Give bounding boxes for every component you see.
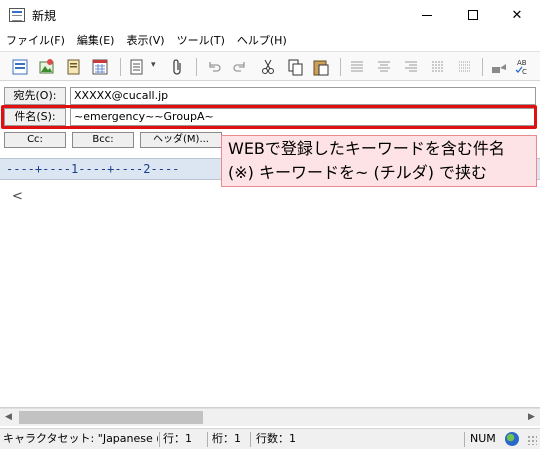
globe-icon [505, 432, 519, 446]
status-column: 桁：1 [212, 432, 241, 445]
chevron-down-icon[interactable]: ▾ [151, 60, 156, 70]
message-body[interactable]: < [0, 181, 540, 408]
copy-icon[interactable] [285, 57, 305, 77]
resize-grip-icon[interactable] [527, 435, 537, 445]
paste-icon[interactable] [311, 57, 331, 77]
window-title: 新規 [32, 9, 57, 23]
status-divider [207, 432, 208, 447]
status-divider [250, 432, 251, 447]
close-icon: ✕ [511, 7, 523, 23]
status-num: NUM [470, 432, 496, 445]
cc-button[interactable]: Cc: [4, 132, 66, 148]
scroll-left-icon[interactable]: ◀ [0, 409, 17, 426]
status-bar: キャラクタセット: "Japanese (ISO 行：1 桁：1 行数：1 NU… [0, 428, 540, 449]
menu-tools[interactable]: ツール(T) [177, 32, 225, 48]
horizontal-scrollbar[interactable]: ◀ ▶ [0, 408, 540, 426]
callout-line-1: WEBで登録したキーワードを含む件名 [228, 139, 505, 158]
subject-highlight [1, 105, 537, 129]
menu-file[interactable]: ファイル(F) [6, 32, 65, 48]
status-line-count: 行数：1 [256, 432, 296, 445]
to-input[interactable]: XXXXX@cucall.jp [70, 87, 536, 105]
toolbar: ▾ AB C [0, 51, 540, 81]
toolbar-separator [340, 58, 341, 76]
menu-edit[interactable]: 編集(E) [77, 32, 115, 48]
status-line: 行：1 [163, 432, 192, 445]
menu-view[interactable]: 表示(V) [126, 32, 164, 48]
spellcheck-icon[interactable]: AB C [514, 57, 534, 77]
toolbar-separator [120, 58, 121, 76]
svg-text:AB: AB [517, 59, 527, 67]
callout-line-2: (※) キーワードを~ (チルダ) で挟む [228, 163, 488, 182]
bcc-button[interactable]: Bcc: [72, 132, 134, 148]
paperclip-icon[interactable] [168, 57, 188, 77]
template-icon[interactable] [127, 57, 147, 77]
body-text: < [12, 189, 23, 204]
status-divider [464, 432, 465, 447]
align-left-icon[interactable] [347, 57, 367, 77]
redo-icon[interactable] [230, 57, 250, 77]
svg-text:C: C [522, 68, 527, 76]
menu-help[interactable]: ヘルプ(H) [237, 32, 287, 48]
quote-icon[interactable] [428, 57, 448, 77]
to-label-button[interactable]: 宛先(O): [4, 87, 66, 105]
minimize-icon [422, 14, 432, 16]
align-center-icon[interactable] [374, 57, 394, 77]
maximize-icon [468, 10, 478, 20]
stamp-icon[interactable] [489, 57, 509, 77]
undo-icon[interactable] [204, 57, 224, 77]
minimize-button[interactable] [404, 0, 450, 30]
format-icon[interactable] [455, 57, 475, 77]
maximize-button[interactable] [450, 0, 496, 30]
address-book-icon[interactable] [63, 57, 83, 77]
scroll-right-icon[interactable]: ▶ [523, 409, 540, 426]
menu-bar: ファイル(F) 編集(E) 表示(V) ツール(T) ヘルプ(H) [0, 30, 540, 50]
attach-image-icon[interactable] [37, 57, 57, 77]
annotation-callout: WEBで登録したキーワードを含む件名 (※) キーワードを~ (チルダ) で挟む [221, 135, 537, 187]
header-button[interactable]: ヘッダ(M)... [140, 132, 222, 148]
toolbar-separator [196, 58, 197, 76]
app-icon [9, 8, 25, 22]
status-divider [159, 432, 160, 447]
status-charset: キャラクタセット: "Japanese (ISO [3, 432, 158, 445]
calendar-icon[interactable] [90, 57, 110, 77]
close-button[interactable]: ✕ [494, 0, 540, 30]
toolbar-separator [482, 58, 483, 76]
scroll-thumb[interactable] [19, 411, 203, 424]
title-bar: 新規 ✕ [0, 0, 540, 30]
send-icon[interactable] [10, 57, 30, 77]
align-right-icon[interactable] [401, 57, 421, 77]
cut-icon[interactable] [258, 57, 278, 77]
